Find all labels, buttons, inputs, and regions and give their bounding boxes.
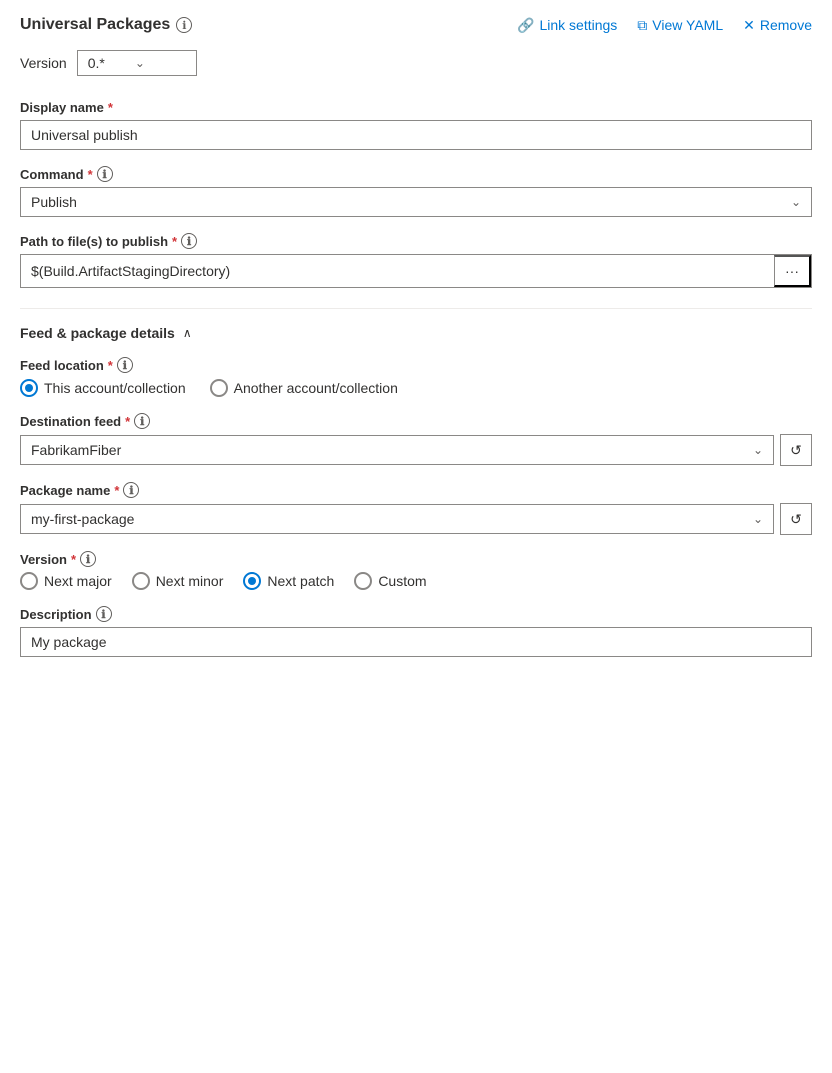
feed-location-required: *	[108, 358, 113, 373]
remove-link[interactable]: ✕ Remove	[743, 17, 812, 34]
path-row: ···	[20, 254, 812, 288]
package-name-dropdown[interactable]: my-first-package ⌄	[20, 504, 774, 534]
feed-location-radio-group: This account/collection Another account/…	[20, 379, 812, 397]
package-name-chevron: ⌄	[753, 512, 763, 526]
description-label: Description ℹ	[20, 606, 812, 622]
version-row-label: Version	[20, 55, 67, 71]
display-name-section: Display name *	[20, 100, 812, 150]
feed-package-section-chevron[interactable]: ∧	[183, 326, 192, 340]
link-icon: 🔗	[517, 17, 534, 34]
package-name-label: Package name * ℹ	[20, 482, 812, 498]
package-name-info-icon[interactable]: ℹ	[123, 482, 139, 498]
feed-location-section: Feed location * ℹ This account/collectio…	[20, 357, 812, 397]
command-dropdown[interactable]: Publish ⌄	[20, 187, 812, 217]
command-chevron: ⌄	[791, 195, 801, 209]
destination-feed-info-icon[interactable]: ℹ	[134, 413, 150, 429]
yaml-icon: ⧉	[637, 17, 647, 34]
version-next-major-label: Next major	[44, 573, 112, 589]
section-divider	[20, 308, 812, 309]
description-input[interactable]	[20, 627, 812, 657]
version-next-patch[interactable]: Next patch	[243, 572, 334, 590]
package-name-required: *	[114, 483, 119, 498]
page-header: Universal Packages ℹ 🔗 Link settings ⧉ V…	[20, 16, 812, 34]
version-next-minor[interactable]: Next minor	[132, 572, 224, 590]
version-field-label: Version * ℹ	[20, 551, 812, 567]
version-next-patch-radio[interactable]	[243, 572, 261, 590]
remove-icon: ✕	[743, 17, 755, 34]
destination-feed-required: *	[125, 414, 130, 429]
command-dropdown-main[interactable]: Publish ⌄	[21, 188, 811, 216]
command-section: Command * ℹ Publish ⌄	[20, 166, 812, 217]
display-name-required: *	[108, 100, 113, 115]
version-custom-label: Custom	[378, 573, 426, 589]
version-next-patch-label: Next patch	[267, 573, 334, 589]
version-next-minor-radio[interactable]	[132, 572, 150, 590]
view-yaml-link[interactable]: ⧉ View YAML	[637, 17, 723, 34]
package-name-section: Package name * ℹ my-first-package ⌄ ↺	[20, 482, 812, 535]
command-label: Command * ℹ	[20, 166, 812, 182]
feed-location-another-account-radio[interactable]	[210, 379, 228, 397]
feed-location-info-icon[interactable]: ℹ	[117, 357, 133, 373]
command-required: *	[88, 167, 93, 182]
destination-feed-section: Destination feed * ℹ FabrikamFiber ⌄ ↺	[20, 413, 812, 466]
header-actions: 🔗 Link settings ⧉ View YAML ✕ Remove	[517, 17, 812, 34]
page-title: Universal Packages	[20, 16, 170, 34]
version-next-patch-radio-inner	[248, 577, 256, 585]
link-settings-label: Link settings	[539, 17, 617, 33]
package-name-row: my-first-package ⌄ ↺	[20, 503, 812, 535]
version-custom-radio[interactable]	[354, 572, 372, 590]
command-info-icon[interactable]: ℹ	[97, 166, 113, 182]
remove-label: Remove	[760, 17, 812, 33]
path-input[interactable]	[21, 255, 774, 287]
destination-feed-dropdown[interactable]: FabrikamFiber ⌄	[20, 435, 774, 465]
feed-location-this-account[interactable]: This account/collection	[20, 379, 186, 397]
feed-location-another-account-label: Another account/collection	[234, 380, 398, 396]
package-name-value: my-first-package	[31, 511, 134, 527]
command-value: Publish	[31, 194, 77, 210]
package-name-refresh-button[interactable]: ↺	[780, 503, 812, 535]
version-field-required: *	[71, 552, 76, 567]
feed-package-section-header: Feed & package details ∧	[20, 325, 812, 341]
version-custom[interactable]: Custom	[354, 572, 426, 590]
path-info-icon[interactable]: ℹ	[181, 233, 197, 249]
description-info-icon[interactable]: ℹ	[96, 606, 112, 622]
feed-location-this-account-radio[interactable]	[20, 379, 38, 397]
link-settings-link[interactable]: 🔗 Link settings	[517, 17, 617, 34]
feed-location-this-account-label: This account/collection	[44, 380, 186, 396]
destination-feed-label: Destination feed * ℹ	[20, 413, 812, 429]
feed-location-label: Feed location * ℹ	[20, 357, 812, 373]
version-dropdown-value: 0.*	[88, 55, 105, 71]
version-dropdown-chevron: ⌄	[135, 56, 145, 70]
path-browse-button[interactable]: ···	[774, 255, 811, 287]
destination-feed-row: FabrikamFiber ⌄ ↺	[20, 434, 812, 466]
feed-package-section-title: Feed & package details	[20, 325, 175, 341]
version-next-major-radio[interactable]	[20, 572, 38, 590]
feed-location-another-account[interactable]: Another account/collection	[210, 379, 398, 397]
path-required: *	[172, 234, 177, 249]
path-label: Path to file(s) to publish * ℹ	[20, 233, 812, 249]
path-section: Path to file(s) to publish * ℹ ···	[20, 233, 812, 288]
version-next-major[interactable]: Next major	[20, 572, 112, 590]
title-info-icon[interactable]: ℹ	[176, 17, 192, 33]
display-name-input[interactable]	[20, 120, 812, 150]
destination-feed-value: FabrikamFiber	[31, 442, 121, 458]
version-options-row: Next major Next minor Next patch Custom	[20, 572, 812, 590]
version-row: Version 0.* ⌄	[20, 50, 812, 76]
display-name-label: Display name *	[20, 100, 812, 115]
destination-feed-refresh-button[interactable]: ↺	[780, 434, 812, 466]
version-dropdown[interactable]: 0.* ⌄	[77, 50, 197, 76]
version-field-section: Version * ℹ Next major Next minor Next p…	[20, 551, 812, 590]
description-section: Description ℹ	[20, 606, 812, 657]
feed-location-this-account-radio-inner	[25, 384, 33, 392]
version-next-minor-label: Next minor	[156, 573, 224, 589]
view-yaml-label: View YAML	[652, 17, 723, 33]
destination-feed-chevron: ⌄	[753, 443, 763, 457]
version-field-info-icon[interactable]: ℹ	[80, 551, 96, 567]
header-left: Universal Packages ℹ	[20, 16, 192, 34]
